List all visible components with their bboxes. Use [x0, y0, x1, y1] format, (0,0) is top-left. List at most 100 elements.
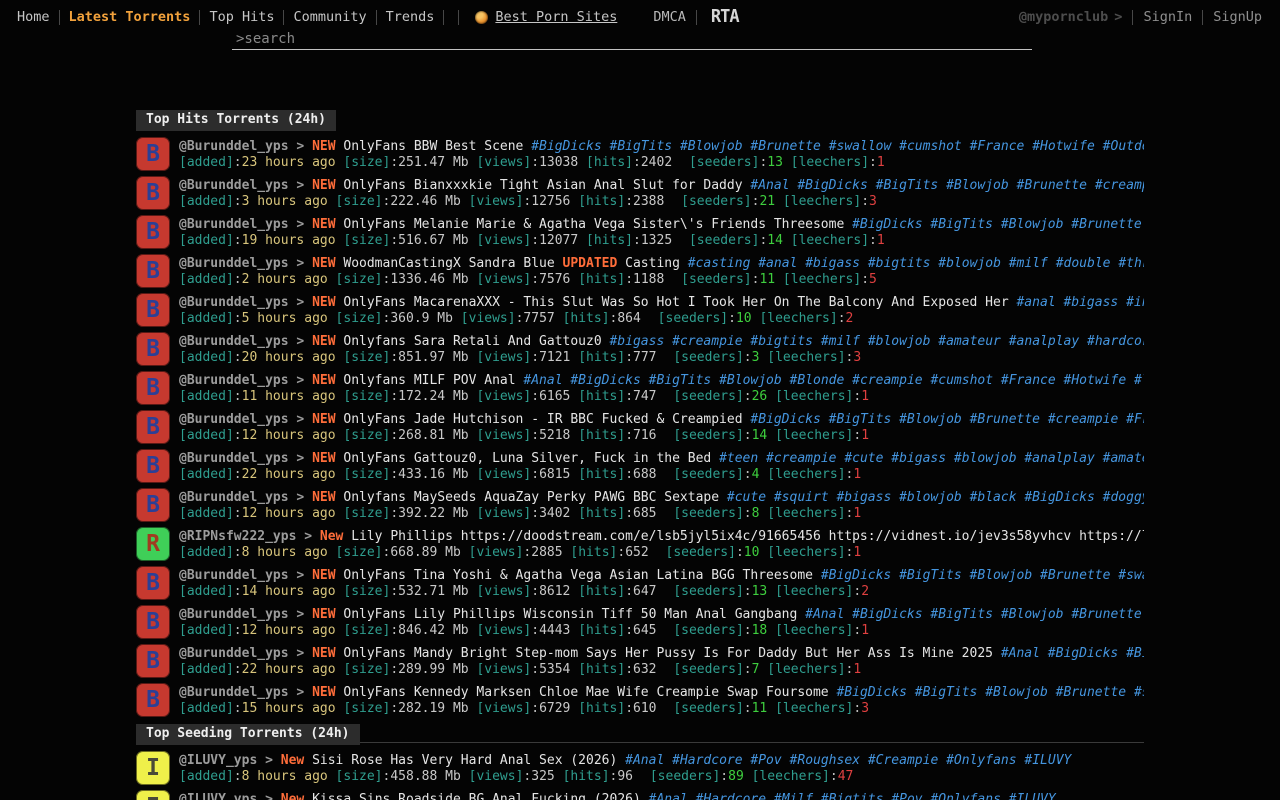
- torrent-title-link[interactable]: @Burunddel_yps > NEW OnlyFans Lily Phill…: [179, 606, 1144, 623]
- hashtag-link[interactable]: #bigtits: [750, 334, 813, 349]
- user-avatar[interactable]: B: [136, 371, 170, 405]
- username-link[interactable]: @Burunddel_yps: [179, 568, 289, 583]
- torrent-title-link[interactable]: @Burunddel_yps > NEW OnlyFans Melanie Ma…: [179, 216, 1144, 233]
- hashtag-link[interactable]: #bigass: [836, 490, 891, 505]
- user-avatar[interactable]: I: [136, 751, 170, 785]
- hashtag-link[interactable]: #cumshot: [899, 139, 962, 154]
- hashtag-link[interactable]: #anal: [758, 256, 797, 271]
- hashtag-link[interactable]: #swallow: [1118, 568, 1144, 583]
- torrent-title-link[interactable]: @Burunddel_yps > NEW OnlyFans Kennedy Ma…: [179, 684, 1144, 701]
- hashtag-link[interactable]: #Anal: [805, 607, 844, 622]
- username-link[interactable]: @Burunddel_yps: [179, 490, 289, 505]
- nav-item-home[interactable]: Home: [8, 9, 59, 25]
- hashtag-link[interactable]: #Blowjob: [970, 568, 1033, 583]
- hashtag-link[interactable]: #Pov: [750, 753, 781, 768]
- username-link[interactable]: @Burunddel_yps: [179, 607, 289, 622]
- account-menu[interactable]: @mypornclub>: [1019, 9, 1123, 25]
- user-avatar[interactable]: B: [136, 644, 170, 678]
- hashtag-link[interactable]: #milf: [1009, 256, 1048, 271]
- hashtag-link[interactable]: #ILUVY: [1009, 792, 1056, 800]
- hashtag-link[interactable]: #creampie: [766, 451, 836, 466]
- username-link[interactable]: @Burunddel_yps: [179, 334, 289, 349]
- hashtag-link[interactable]: #Hardcore: [672, 753, 742, 768]
- hashtag-link[interactable]: #Outdoors: [1103, 139, 1144, 154]
- torrent-title-link[interactable]: @Burunddel_yps > NEW OnlyFans Tina Yoshi…: [179, 567, 1144, 584]
- user-avatar[interactable]: B: [136, 449, 170, 483]
- search-input[interactable]: [232, 28, 1032, 50]
- hashtag-link[interactable]: #Bigtits: [821, 792, 884, 800]
- hashtag-link[interactable]: #blowjob: [899, 490, 962, 505]
- signin-button[interactable]: SignIn: [1133, 9, 1202, 25]
- hashtag-link[interactable]: #BigTits: [930, 607, 993, 622]
- hashtag-link[interactable]: #blowjob: [938, 256, 1001, 271]
- torrent-title-link[interactable]: @Burunddel_yps > NEW OnlyFans BBW Best S…: [179, 138, 1144, 155]
- hashtag-link[interactable]: #BigDicks: [750, 412, 820, 427]
- hashtag-link[interactable]: #creampie: [852, 373, 922, 388]
- hashtag-link[interactable]: #Brunette: [1040, 568, 1110, 583]
- username-link[interactable]: @Burunddel_yps: [179, 217, 289, 232]
- user-avatar[interactable]: R: [136, 527, 170, 561]
- hashtag-link[interactable]: #BigTits: [915, 685, 978, 700]
- user-avatar[interactable]: B: [136, 254, 170, 288]
- hashtag-link[interactable]: #bigtits: [868, 256, 931, 271]
- torrent-title-link[interactable]: @Burunddel_yps > NEW OnlyFans Jade Hutch…: [179, 411, 1144, 428]
- hashtag-link[interactable]: #hardcore: [1087, 334, 1144, 349]
- username-link[interactable]: @Burunddel_yps: [179, 178, 289, 193]
- hashtag-link[interactable]: #Brunette: [970, 412, 1040, 427]
- hashtag-link[interactable]: #Onlyfans: [930, 792, 1000, 800]
- hashtag-link[interactable]: #Blowjob: [1001, 607, 1064, 622]
- hashtag-link[interactable]: #BigDicks: [821, 568, 891, 583]
- hashtag-link[interactable]: #Onlyfans: [946, 753, 1016, 768]
- hashtag-link[interactable]: #black: [970, 490, 1017, 505]
- username-link[interactable]: @Burunddel_yps: [179, 451, 289, 466]
- hashtag-link[interactable]: #Creampie: [868, 753, 938, 768]
- hashtag-link[interactable]: #bigass: [805, 256, 860, 271]
- hashtag-link[interactable]: #France: [970, 139, 1025, 154]
- hashtag-link[interactable]: #Blonde: [790, 373, 845, 388]
- nav-item-community[interactable]: Community: [284, 9, 375, 25]
- user-avatar[interactable]: B: [136, 683, 170, 717]
- hashtag-link[interactable]: #Brunette: [1017, 178, 1087, 193]
- user-avatar[interactable]: B: [136, 176, 170, 210]
- hashtag-link[interactable]: #creampie: [1095, 178, 1144, 193]
- hashtag-link[interactable]: #BigTits: [829, 412, 892, 427]
- hashtag-link[interactable]: #BigTits: [876, 178, 939, 193]
- hashtag-link[interactable]: #BigTits: [649, 373, 712, 388]
- hashtag-link[interactable]: #teen: [719, 451, 758, 466]
- hashtag-link[interactable]: #amateur: [938, 334, 1001, 349]
- torrent-title-link[interactable]: @Burunddel_yps > NEW Onlyfans MILF POV A…: [179, 372, 1144, 389]
- username-link[interactable]: @RIPNsfw222_yps: [179, 529, 296, 544]
- user-avatar[interactable]: B: [136, 605, 170, 639]
- hashtag-link[interactable]: #lingeri: [1134, 373, 1144, 388]
- hashtag-link[interactable]: #cute: [727, 490, 766, 505]
- hashtag-link[interactable]: #Anal: [523, 373, 562, 388]
- user-avatar[interactable]: B: [136, 332, 170, 366]
- user-avatar[interactable]: B: [136, 566, 170, 600]
- nav-item-top-hits[interactable]: Top Hits: [200, 9, 283, 25]
- hashtag-link[interactable]: #blowjob: [868, 334, 931, 349]
- hashtag-link[interactable]: #Brunette: [750, 139, 820, 154]
- hashtag-link[interactable]: #BigDicks: [1048, 646, 1118, 661]
- hashtag-link[interactable]: #amateur: [1103, 451, 1144, 466]
- hashtag-link[interactable]: #blowjob: [954, 451, 1017, 466]
- torrent-title-link[interactable]: @Burunddel_yps > NEW WoodmanCastingX San…: [179, 255, 1144, 272]
- hashtag-link[interactable]: #analplay: [1024, 451, 1094, 466]
- best-porn-sites-link[interactable]: Best Porn Sites: [475, 9, 617, 25]
- hashtag-link[interactable]: #France: [1001, 373, 1056, 388]
- hashtag-link[interactable]: #cumshot: [930, 373, 993, 388]
- hashtag-link[interactable]: #BigDicks: [852, 607, 922, 622]
- hashtag-link[interactable]: #cute: [844, 451, 883, 466]
- hashtag-link[interactable]: #Brunette: [1056, 685, 1126, 700]
- user-avatar[interactable]: I: [136, 790, 170, 800]
- user-avatar[interactable]: B: [136, 293, 170, 327]
- hashtag-link[interactable]: #Blowjob: [719, 373, 782, 388]
- username-link[interactable]: @Burunddel_yps: [179, 295, 289, 310]
- hashtag-link[interactable]: #ILUVY: [1024, 753, 1071, 768]
- torrent-title-link[interactable]: @Burunddel_yps > NEW OnlyFans MacarenaXX…: [179, 294, 1144, 311]
- username-link[interactable]: @ILUVY_yps: [179, 753, 257, 768]
- hashtag-link[interactable]: #doggystyle: [1103, 490, 1144, 505]
- user-avatar[interactable]: B: [136, 215, 170, 249]
- hashtag-link[interactable]: #BigDicks: [531, 139, 601, 154]
- hashtag-link[interactable]: #BigDicks: [1024, 490, 1094, 505]
- torrent-title-link[interactable]: @ILUVY_yps > New Sisi Rose Has Very Hard…: [179, 752, 1144, 769]
